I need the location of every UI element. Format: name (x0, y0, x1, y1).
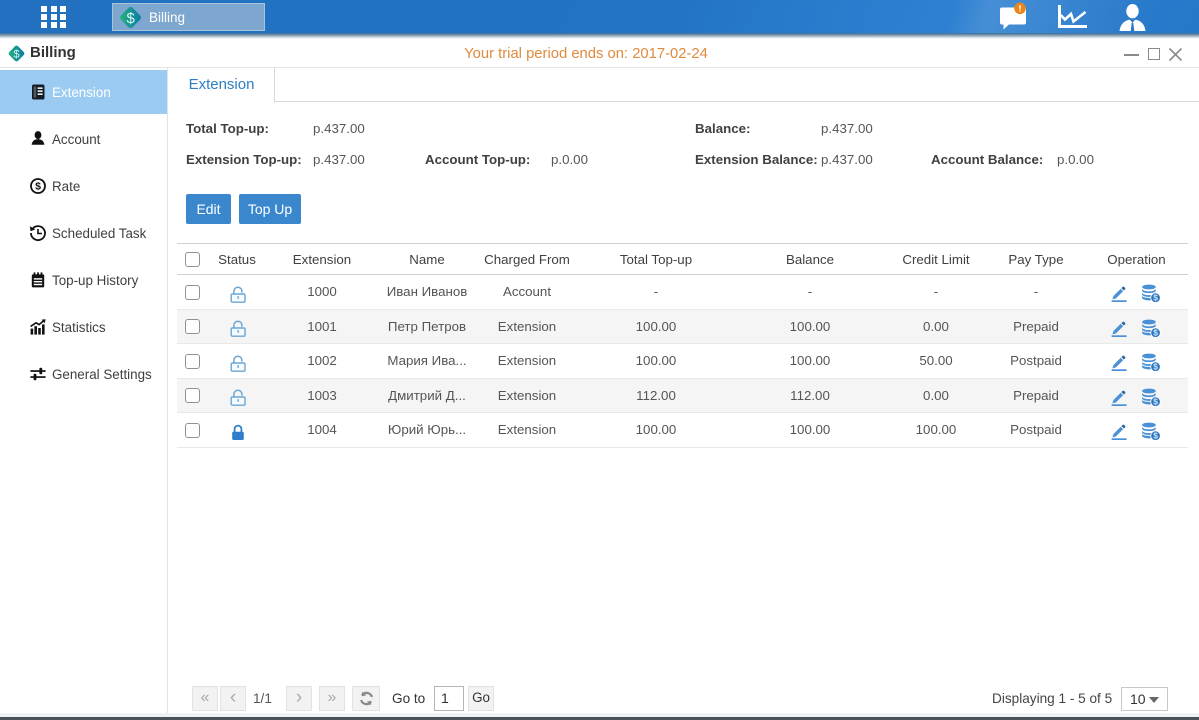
svg-text:$: $ (1153, 431, 1158, 441)
svg-text:$: $ (127, 10, 136, 27)
svg-text:$: $ (1153, 362, 1158, 372)
svg-text:$: $ (1153, 293, 1158, 303)
svg-text:$: $ (1153, 396, 1158, 406)
svg-text:$: $ (35, 181, 41, 193)
svg-text:!: ! (1018, 4, 1021, 15)
svg-text:$: $ (1153, 327, 1158, 337)
